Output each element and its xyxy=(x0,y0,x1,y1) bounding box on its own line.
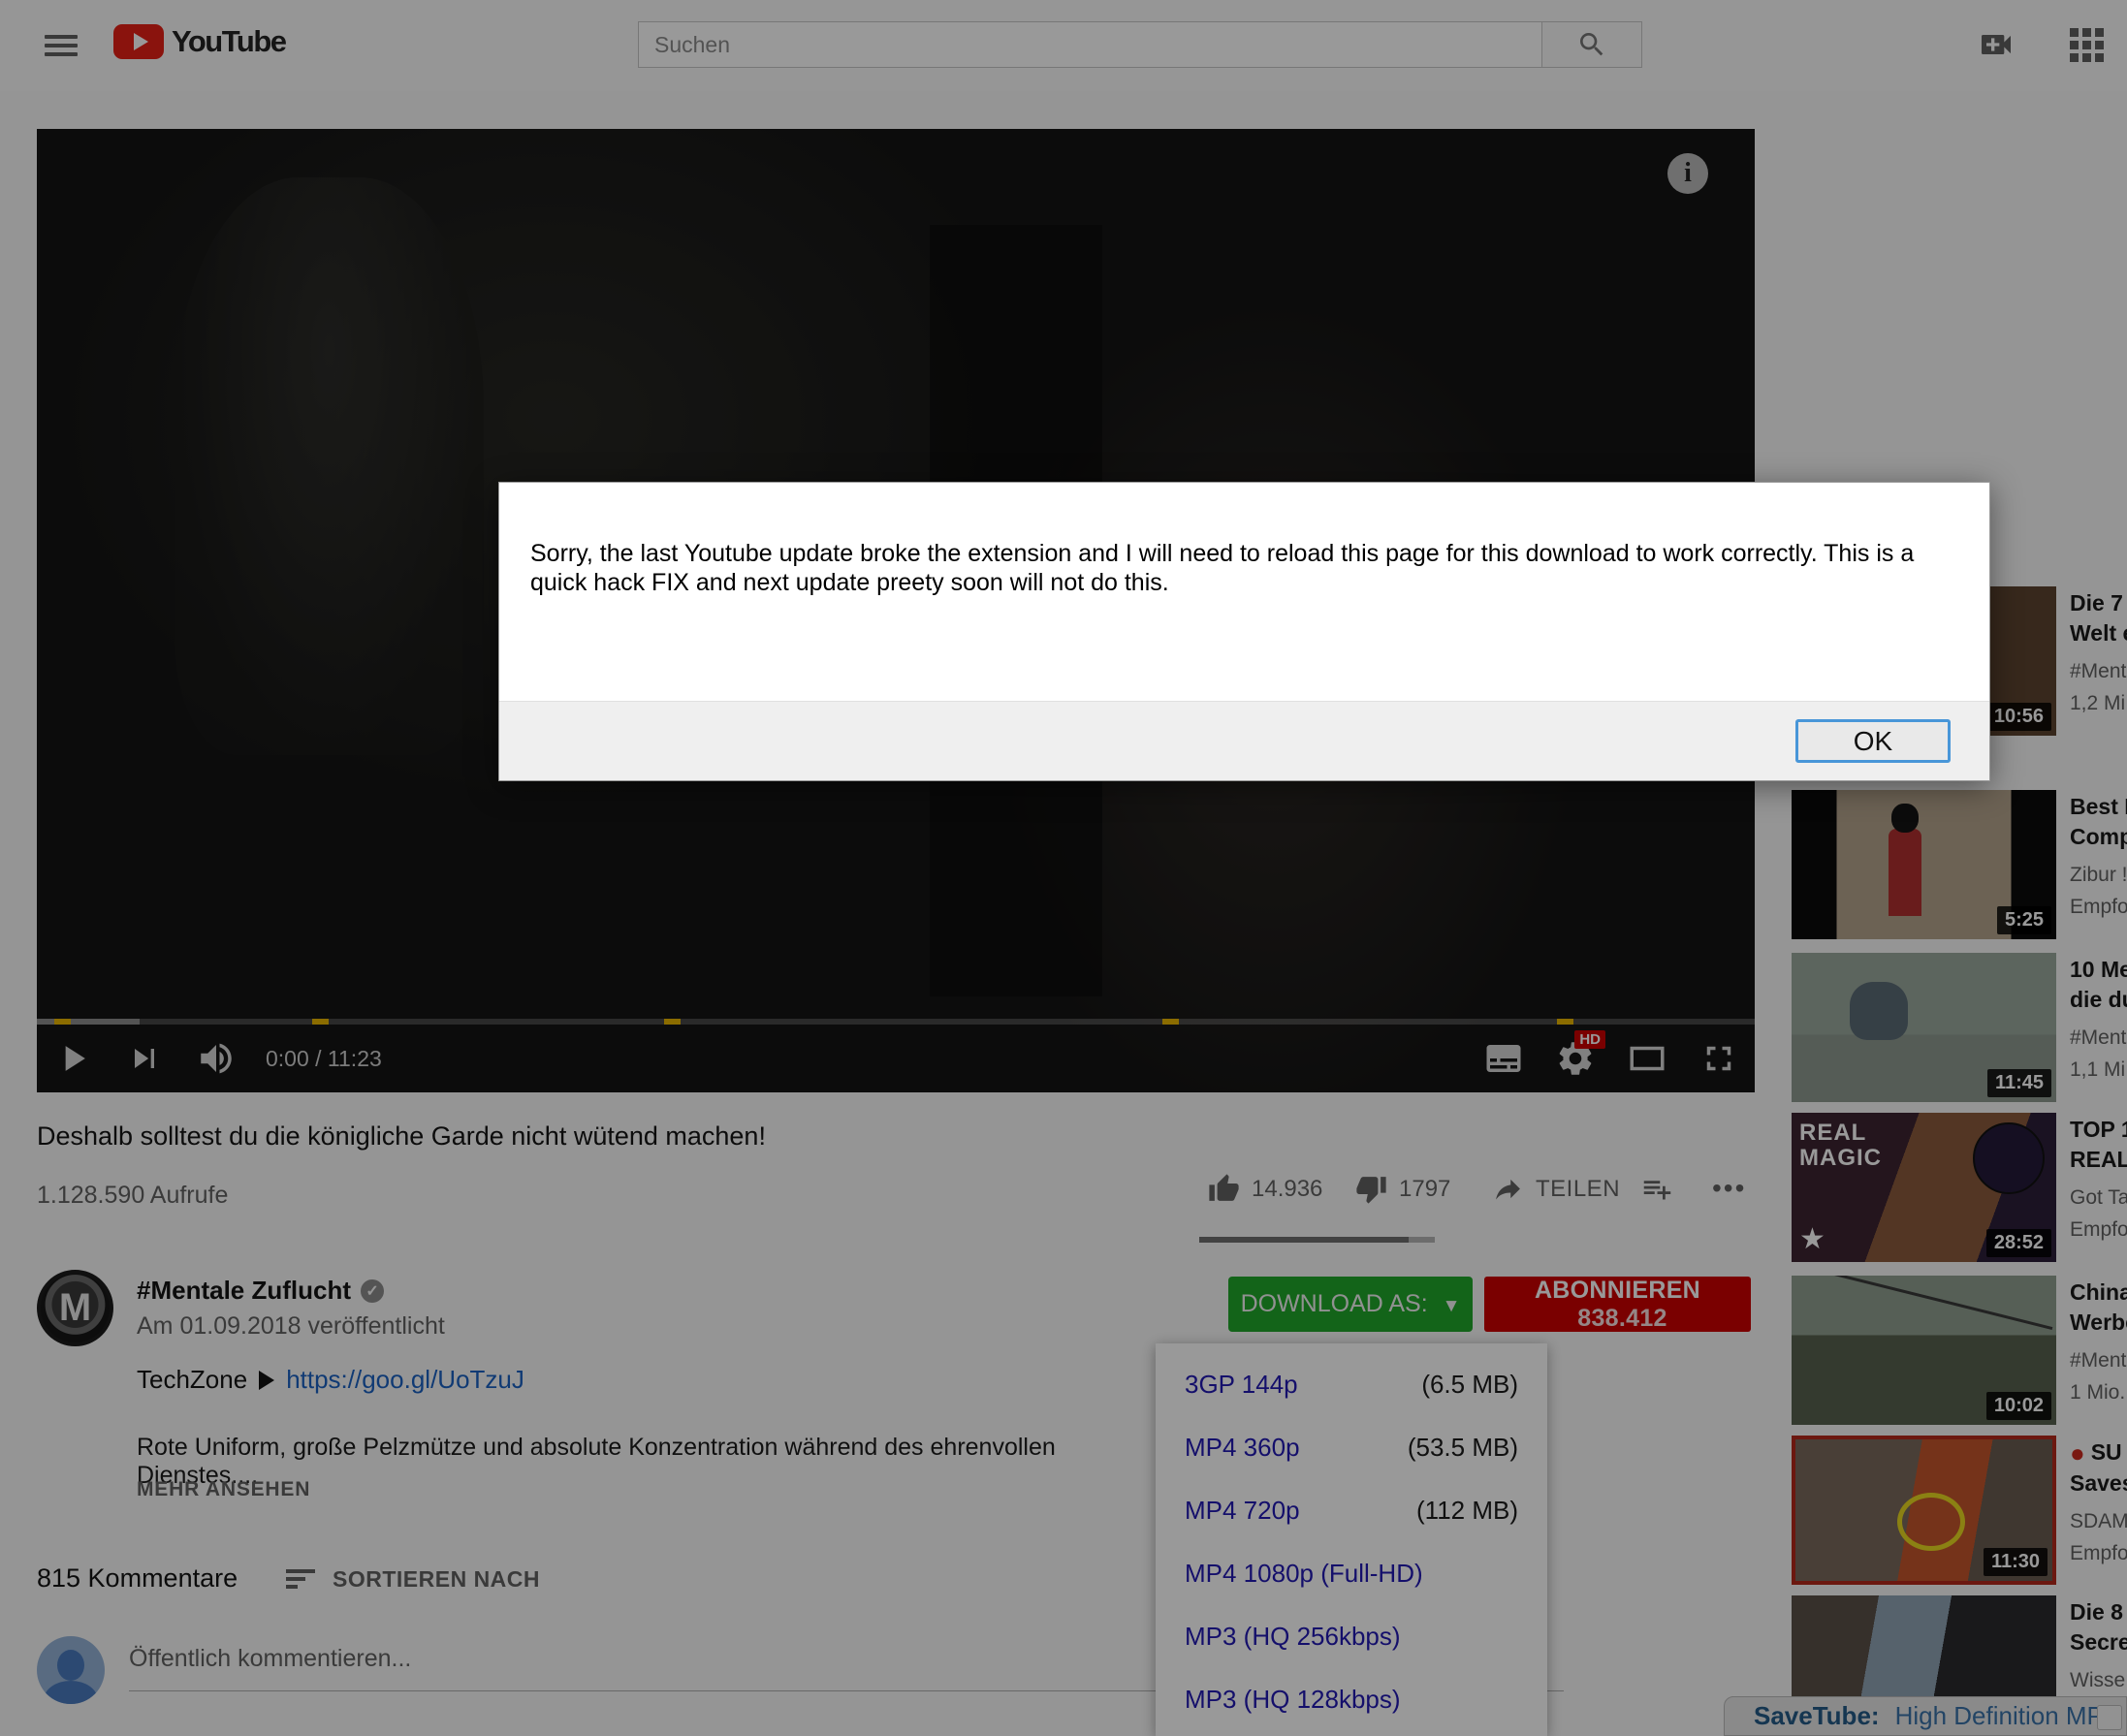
modal-dim-overlay xyxy=(0,0,2127,1736)
dialog-footer: OK xyxy=(499,701,1989,780)
dialog-message: Sorry, the last Youtube update broke the… xyxy=(530,539,1953,597)
alert-dialog: Sorry, the last Youtube update broke the… xyxy=(498,482,1990,781)
ok-button[interactable]: OK xyxy=(1795,719,1951,763)
youtube-page: YouTube i xyxy=(0,0,2127,1736)
